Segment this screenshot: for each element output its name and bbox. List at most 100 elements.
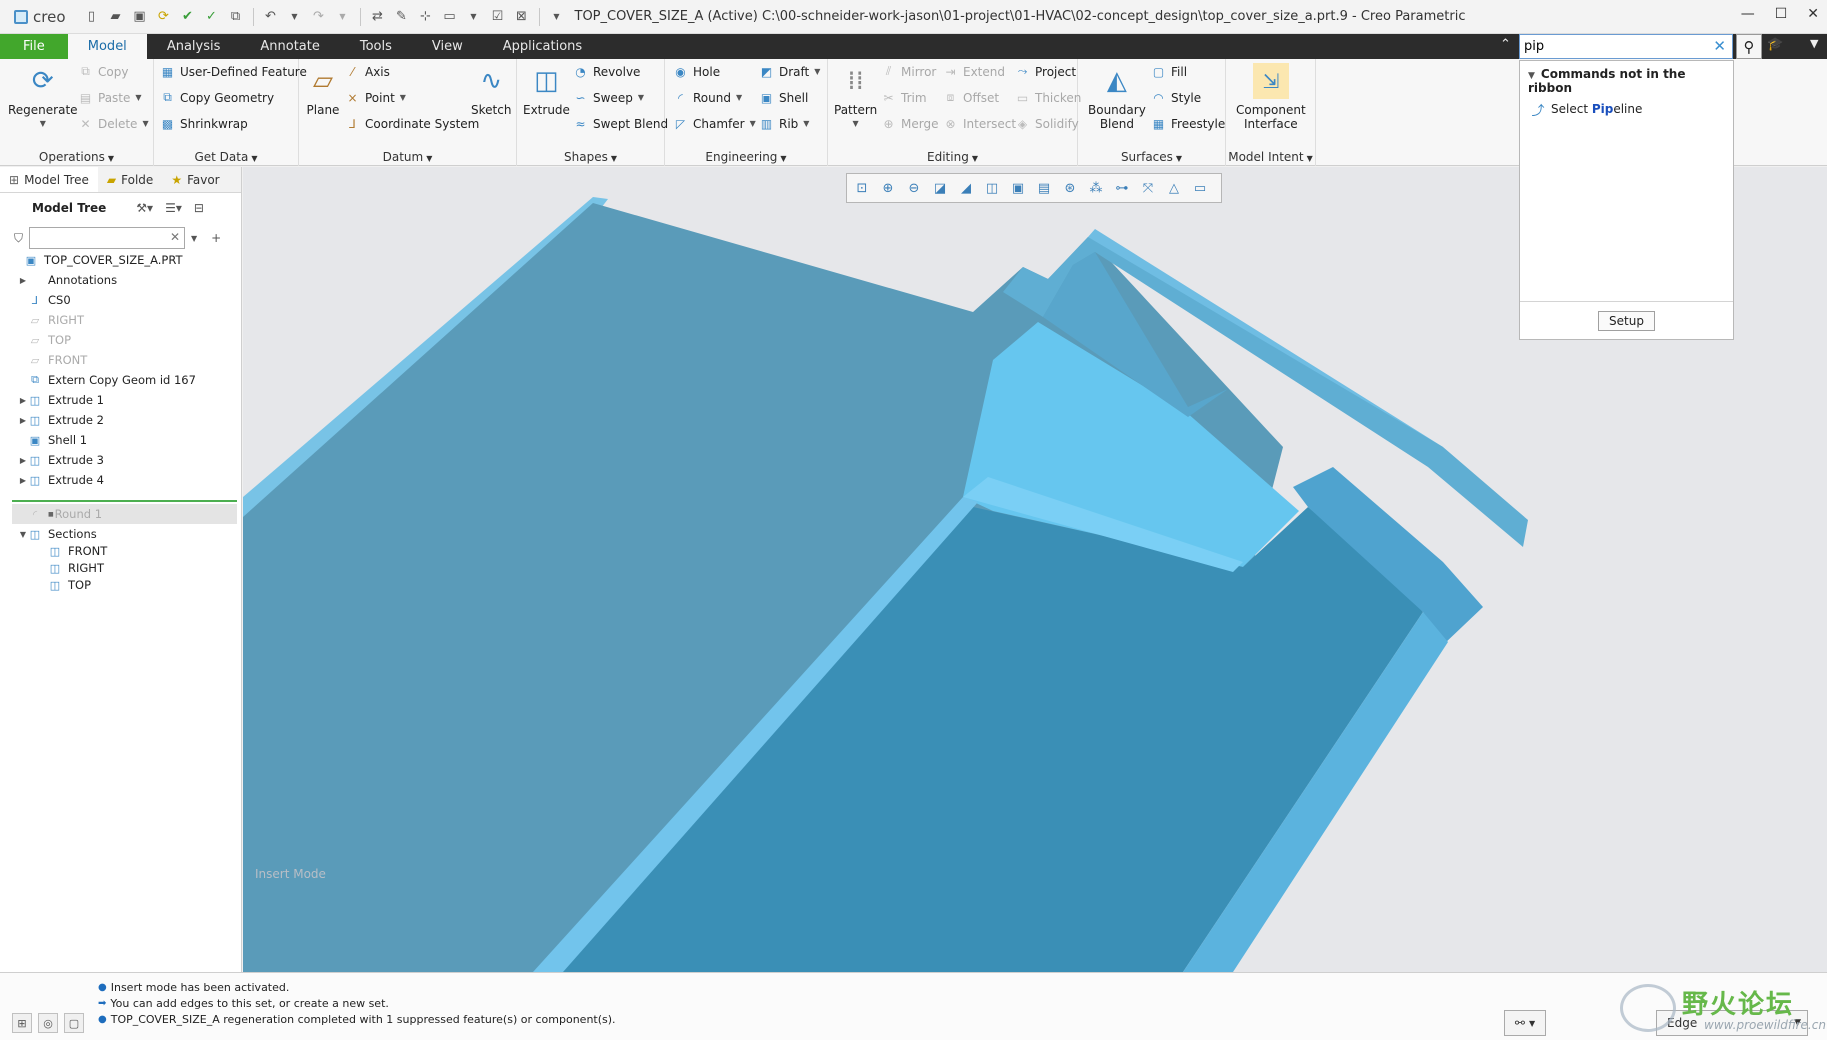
display-style-icon[interactable]: ◫: [981, 177, 1003, 199]
filter-icon[interactable]: ⛉: [14, 231, 23, 246]
thicken-button[interactable]: ▭ Thicken: [1015, 90, 1082, 105]
group-label-engineering[interactable]: Engineering ▼: [665, 150, 827, 164]
point-button[interactable]: × Point ▼: [345, 90, 405, 105]
expand-arrow-icon[interactable]: ▼: [18, 530, 28, 539]
group-label-get-data[interactable]: Get Data ▼: [154, 150, 298, 164]
trim-button[interactable]: ✂ Trim: [881, 90, 926, 105]
window-dropdown-icon[interactable]: ▼: [464, 7, 484, 27]
tab-tools[interactable]: Tools: [340, 34, 412, 59]
expand-arrow-icon[interactable]: ▶: [18, 456, 28, 465]
tree-item-round-1[interactable]: ◜ ■ Round 1: [0, 504, 102, 524]
redo-dropdown-icon[interactable]: ▼: [333, 7, 353, 27]
tab-analysis[interactable]: Analysis: [147, 34, 241, 59]
pattern-dropdown-icon[interactable]: ▼: [853, 117, 859, 131]
save-icon[interactable]: ▣: [130, 7, 150, 27]
regenerate-button[interactable]: ⟳ Regenerate ▼: [8, 63, 78, 131]
tab-applications[interactable]: Applications: [483, 34, 602, 59]
revolve-button[interactable]: ◔ Revolve: [573, 64, 640, 79]
expand-arrow-icon[interactable]: ▶: [18, 396, 28, 405]
extend-button[interactable]: ⇥ Extend: [943, 64, 1005, 79]
hole-button[interactable]: ◉ Hole: [673, 64, 720, 79]
mirror-button[interactable]: ⫽ Mirror: [881, 64, 937, 79]
expand-arrow-icon[interactable]: ▶: [18, 476, 28, 485]
tree-item[interactable]: ▶ ◫ Extrude 3: [0, 450, 104, 470]
copy-button[interactable]: ⧉ Copy: [78, 64, 128, 79]
intersect-button[interactable]: ⊗ Intersect: [943, 116, 1016, 131]
clear-filter-icon[interactable]: ✕: [170, 230, 180, 244]
tab-view[interactable]: View: [412, 34, 483, 59]
zoom-in-icon[interactable]: ⊕: [877, 177, 899, 199]
tree-item[interactable]: ▣ Shell 1: [0, 430, 87, 450]
saved-orientations-icon[interactable]: ▣: [1007, 177, 1029, 199]
coordinate-system-button[interactable]: ⅃ Coordinate System: [345, 116, 479, 131]
search-result-select-pipeline[interactable]: ⤴ Select Pipeline: [1520, 99, 1733, 119]
tree-item[interactable]: ⅃ CS0: [0, 290, 71, 310]
freestyle-button[interactable]: ▦ Freestyle: [1151, 116, 1225, 131]
fullscreen-icon[interactable]: ▢: [64, 1013, 84, 1033]
shell-button[interactable]: ▣ Shell: [759, 90, 808, 105]
group-label-surfaces[interactable]: Surfaces ▼: [1078, 150, 1225, 164]
minimize-icon[interactable]: —: [1741, 6, 1755, 22]
undo-icon[interactable]: ↶: [261, 7, 281, 27]
spin-center-icon[interactable]: ⊛: [1059, 177, 1081, 199]
shrinkwrap-button[interactable]: ▩ Shrinkwrap: [160, 116, 248, 131]
tree-item[interactable]: ◫ TOP: [0, 575, 91, 595]
browser-toggle-icon[interactable]: ◎: [38, 1013, 58, 1033]
extrude-button[interactable]: ◫ Extrude: [523, 63, 570, 117]
udf-button[interactable]: ▦ User-Defined Feature: [160, 64, 307, 79]
help-dropdown-icon[interactable]: ▼: [1810, 37, 1818, 50]
refit-icon[interactable]: ⊡: [851, 177, 873, 199]
group-label-editing[interactable]: Editing ▼: [828, 150, 1077, 164]
point-display-icon[interactable]: △: [1163, 177, 1185, 199]
round-button[interactable]: ◜ Round ▼: [673, 90, 742, 105]
group-label-model-intent[interactable]: Model Intent ▼: [1226, 150, 1315, 164]
filter-dropdown-icon[interactable]: ▼: [191, 234, 197, 243]
draft-button[interactable]: ◩ Draft ▼: [759, 64, 821, 79]
clear-search-icon[interactable]: ✕: [1713, 37, 1726, 55]
learning-connector-icon[interactable]: 🎓: [1767, 37, 1783, 52]
copy-geometry-button[interactable]: ⧉ Copy Geometry: [160, 90, 274, 105]
group-label-shapes[interactable]: Shapes ▼: [517, 150, 664, 164]
tree-item[interactable]: ▶ ◫ Extrude 2: [0, 410, 104, 430]
window-icon[interactable]: ▭: [440, 7, 460, 27]
tree-item[interactable]: ⧉ Extern Copy Geom id 167: [0, 370, 196, 390]
open-folder-icon[interactable]: ▰: [106, 7, 126, 27]
regen-manager-icon[interactable]: ⇄: [368, 7, 388, 27]
tree-columns-icon[interactable]: ☰▾: [165, 201, 182, 215]
tab-model[interactable]: Model: [67, 34, 147, 59]
chamfer-button[interactable]: ◸ Chamfer ▼: [673, 116, 756, 131]
rib-button[interactable]: ▥ Rib ▼: [759, 116, 810, 131]
offset-button[interactable]: ⧈ Offset: [943, 90, 999, 105]
fill-button[interactable]: ▢ Fill: [1151, 64, 1187, 79]
pattern-button[interactable]: ⁞⁞ Pattern ▼: [834, 63, 877, 131]
navigator-toggle-icon[interactable]: ⊞: [12, 1013, 32, 1033]
search-results-header[interactable]: ▼ Commands not in the ribbon: [1520, 61, 1733, 99]
boundary-blend-button[interactable]: ◭ Boundary Blend: [1088, 63, 1146, 131]
tab-model-tree[interactable]: ⊞ Model Tree: [0, 167, 98, 192]
tree-item[interactable]: ▱ TOP: [0, 330, 71, 350]
command-search-input[interactable]: [1520, 36, 1710, 57]
maximize-icon[interactable]: ☐: [1775, 6, 1788, 22]
new-file-icon[interactable]: ▯: [82, 7, 102, 27]
datum-display-icon[interactable]: ⁂: [1085, 177, 1107, 199]
tree-item[interactable]: ▱ FRONT: [0, 350, 88, 370]
tab-folder-browser[interactable]: ▰ Folde: [98, 167, 162, 192]
swept-blend-button[interactable]: ≈ Swept Blend: [573, 116, 668, 131]
check-box-icon[interactable]: ☑: [488, 7, 508, 27]
csys-display-icon[interactable]: ⤧: [1137, 177, 1159, 199]
verify-icon[interactable]: ✓: [202, 7, 222, 27]
tree-item[interactable]: ▱ RIGHT: [0, 310, 84, 330]
expand-arrow-icon[interactable]: ▶: [18, 416, 28, 425]
sketch-button[interactable]: ∿ Sketch: [471, 63, 511, 117]
tree-item[interactable]: ▣ TOP_COVER_SIZE_A.PRT: [0, 250, 183, 270]
search-icon[interactable]: ⚲: [1736, 34, 1762, 59]
insert-here-marker[interactable]: [12, 500, 237, 502]
paste-button[interactable]: ▤ Paste ▼: [78, 90, 142, 105]
plane-button[interactable]: ▱ Plane: [305, 63, 341, 117]
redo-icon[interactable]: ↷: [309, 7, 329, 27]
customize-dropdown-icon[interactable]: ▼: [547, 7, 567, 27]
close-icon[interactable]: ✕: [1807, 6, 1819, 22]
solidify-button[interactable]: ◈ Solidify: [1015, 116, 1079, 131]
annotation-display-icon[interactable]: ⊶: [1111, 177, 1133, 199]
close-window-icon[interactable]: ⊠: [512, 7, 532, 27]
